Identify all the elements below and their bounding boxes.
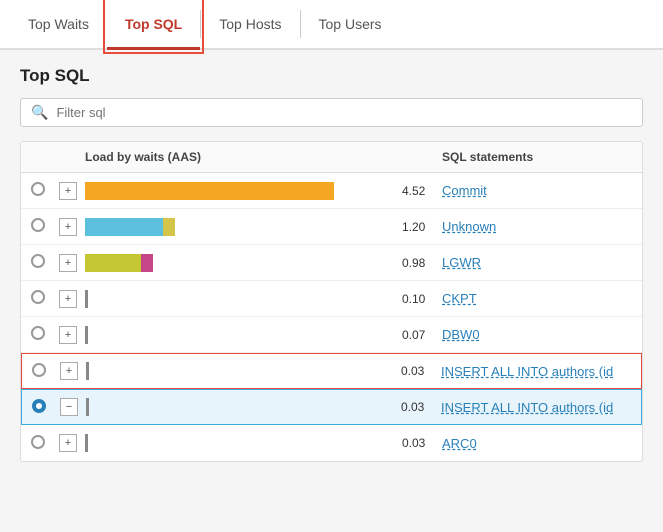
tab-bar: Top Waits Top SQL Top Hosts Top Users (0, 0, 663, 50)
bar-track (85, 290, 396, 308)
bar-segment (163, 218, 175, 236)
header-load-waits: Load by waits (AAS) (85, 150, 432, 164)
section-title: Top SQL (20, 66, 643, 86)
bar-segment (85, 182, 334, 200)
sql-statement-link[interactable]: LGWR (442, 255, 481, 270)
radio-button[interactable] (31, 218, 45, 232)
expand-button[interactable]: + (59, 218, 77, 236)
thin-bar (86, 362, 89, 380)
expand-button[interactable]: + (59, 434, 77, 452)
radio-button[interactable] (32, 363, 46, 377)
filter-input[interactable] (56, 105, 632, 120)
bar-value: 0.03 (401, 364, 431, 378)
bar-track (85, 434, 396, 452)
radio-button[interactable] (31, 182, 45, 196)
table-header: Load by waits (AAS) SQL statements (21, 142, 642, 173)
bar-track (86, 398, 395, 416)
bar-value: 0.03 (402, 436, 432, 450)
tab-top-hosts[interactable]: Top Hosts (201, 0, 299, 50)
expand-button[interactable]: + (59, 326, 77, 344)
tab-top-sql[interactable]: Top SQL (107, 0, 200, 50)
sql-statement-link[interactable]: CKPT (442, 291, 477, 306)
table-row[interactable]: +0.03 INSERT ALL INTO authors (id (21, 353, 642, 389)
bar-track (85, 254, 396, 272)
bar-track (85, 182, 396, 200)
bar-value: 0.03 (401, 400, 431, 414)
sql-statement-link[interactable]: Unknown (442, 219, 496, 234)
main-content: Top SQL 🔍 Load by waits (AAS) SQL statem… (0, 50, 663, 478)
bar-segment (85, 254, 141, 272)
bar-track (86, 362, 395, 380)
radio-button[interactable] (31, 254, 45, 268)
bar-segment (85, 218, 163, 236)
thin-bar (85, 290, 88, 308)
table-row[interactable]: +0.10 CKPT (21, 281, 642, 317)
search-icon: 🔍 (31, 104, 48, 121)
bar-value: 0.07 (402, 328, 432, 342)
thin-bar (85, 326, 88, 344)
expand-button[interactable]: + (59, 182, 77, 200)
bar-value: 0.98 (402, 256, 432, 270)
radio-button[interactable] (31, 326, 45, 340)
bar-value: 0.10 (402, 292, 432, 306)
bar-segment (141, 254, 153, 272)
table-row[interactable]: +4.52 Commit (21, 173, 642, 209)
table-row[interactable]: +1.20 Unknown (21, 209, 642, 245)
table-row[interactable]: +0.03 ARC0 (21, 425, 642, 461)
table-row[interactable]: − 0.03 INSERT ALL INTO authors (id (21, 389, 642, 425)
thin-bar (86, 398, 89, 416)
radio-button[interactable] (31, 290, 45, 304)
bar-value: 1.20 (402, 220, 432, 234)
sql-statement-link[interactable]: INSERT ALL INTO authors (id (441, 400, 613, 415)
bar-value: 4.52 (402, 184, 432, 198)
table-body: +4.52 Commit +1.20 Unknown +0.98 LGWR +0.10 CKP… (21, 173, 642, 461)
header-sql-statements: SQL statements (432, 150, 632, 164)
sql-statement-link[interactable]: Commit (442, 183, 487, 198)
radio-button[interactable] (32, 399, 46, 413)
radio-button[interactable] (31, 435, 45, 449)
table-row[interactable]: +0.98 LGWR (21, 245, 642, 281)
expand-button[interactable]: + (59, 290, 77, 308)
expand-button[interactable]: − (60, 398, 78, 416)
sql-table: Load by waits (AAS) SQL statements +4.52… (20, 141, 643, 462)
bar-track (85, 218, 396, 236)
table-row[interactable]: +0.07 DBW0 (21, 317, 642, 353)
sql-statement-link[interactable]: ARC0 (442, 436, 477, 451)
expand-button[interactable]: + (60, 362, 78, 380)
sql-statement-link[interactable]: INSERT ALL INTO authors (id (441, 364, 613, 379)
tab-top-users[interactable]: Top Users (301, 0, 400, 50)
tab-top-waits[interactable]: Top Waits (10, 0, 107, 50)
sql-statement-link[interactable]: DBW0 (442, 327, 480, 342)
expand-button[interactable]: + (59, 254, 77, 272)
thin-bar (85, 434, 88, 452)
bar-track (85, 326, 396, 344)
filter-bar[interactable]: 🔍 (20, 98, 643, 127)
